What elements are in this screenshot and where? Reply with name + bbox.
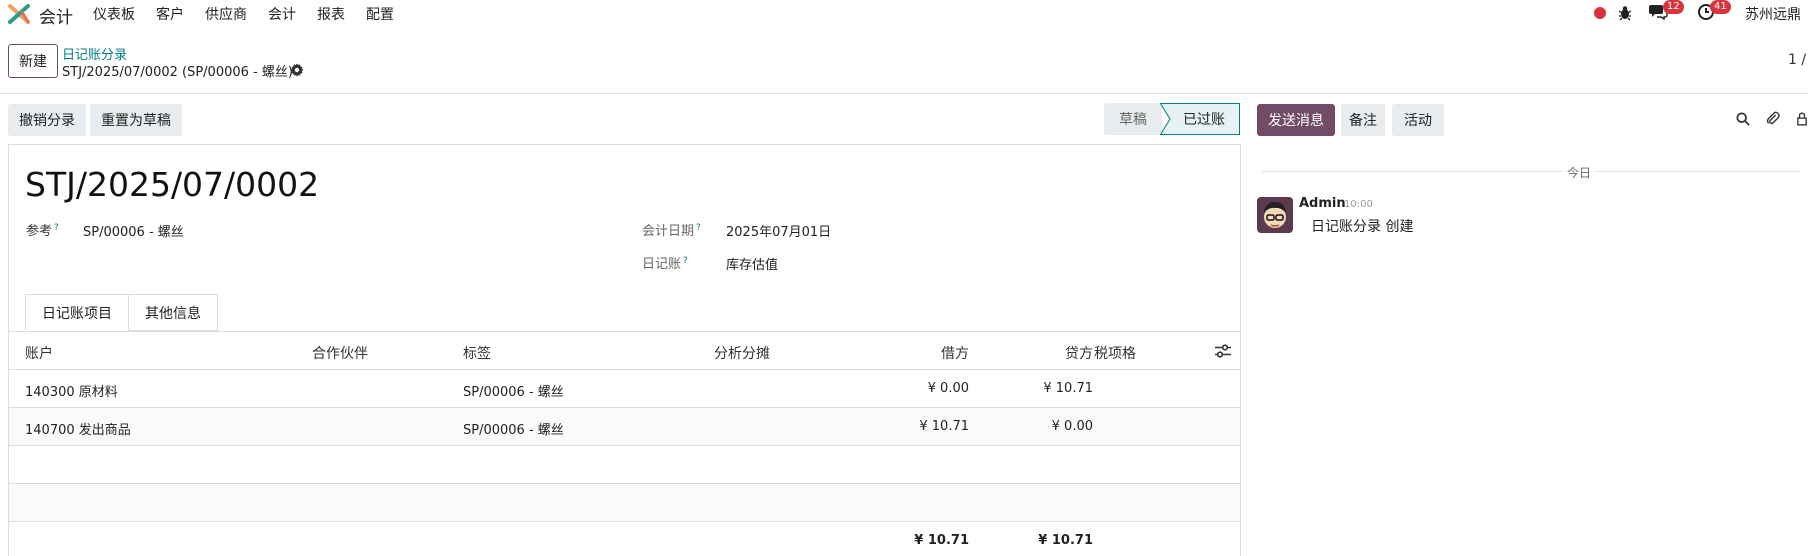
lock-icon[interactable] — [1797, 112, 1807, 126]
tab-other-info[interactable]: 其他信息 — [129, 294, 218, 331]
cell-account: 140300 原材料 — [25, 385, 118, 400]
col-credit[interactable]: 贷方 — [1037, 343, 1093, 363]
total-credit: ¥ 10.71 — [1038, 533, 1093, 548]
cell-debit: ¥ 0.00 — [927, 381, 969, 396]
chatter-date-separator — [1262, 171, 1800, 172]
bug-icon[interactable] — [1618, 5, 1632, 21]
journal-label: 日记账? — [642, 253, 688, 272]
main-menu: 仪表板 客户 供应商 会计 报表 配置 — [93, 4, 415, 24]
cell-credit: ¥ 10.71 — [1043, 381, 1093, 396]
ref-value[interactable]: SP/00006 - 螺丝 — [83, 221, 184, 240]
pager[interactable]: 1 / — [1788, 52, 1806, 68]
col-analytic[interactable]: 分析分摊 — [714, 343, 770, 363]
record-title: STJ/2025/07/0002 — [25, 165, 320, 204]
column-settings-icon[interactable] — [1215, 344, 1231, 358]
ref-label-text: 参考 — [26, 224, 53, 239]
log-note-button[interactable]: 备注 — [1341, 104, 1385, 136]
help-icon[interactable]: ? — [683, 256, 688, 266]
cell-credit: ¥ 0.00 — [1051, 419, 1093, 434]
messages-badge: 12 — [1663, 0, 1684, 14]
paperclip-icon[interactable] — [1766, 111, 1780, 126]
status-posted[interactable]: 已过账 — [1160, 103, 1240, 135]
ref-label: 参考? — [26, 220, 59, 239]
activity-button[interactable]: 活动 — [1392, 104, 1444, 136]
send-message-button[interactable]: 发送消息 — [1257, 104, 1335, 136]
status-draft[interactable]: 草稿 — [1104, 103, 1162, 135]
cancel-entry-button[interactable]: 撤销分录 — [8, 104, 86, 136]
reset-to-draft-button[interactable]: 重置为草稿 — [90, 104, 182, 136]
col-account[interactable]: 账户 — [25, 343, 53, 363]
form-sheet: STJ/2025/07/0002 参考? SP/00006 - 螺丝 会计日期?… — [8, 144, 1241, 556]
menu-customers[interactable]: 客户 — [156, 4, 184, 24]
activities-badge: 41 — [1710, 0, 1731, 14]
col-partner[interactable]: 合作伙伴 — [312, 343, 368, 363]
avatar[interactable] — [1257, 197, 1293, 233]
menu-reporting[interactable]: 报表 — [317, 4, 345, 24]
help-icon[interactable]: ? — [54, 223, 59, 233]
search-icon[interactable] — [1736, 112, 1750, 126]
table-row-empty[interactable] — [9, 484, 1240, 522]
date-label-text: 会计日期 — [642, 224, 695, 239]
col-debit[interactable]: 借方 — [929, 343, 969, 363]
table-row-empty[interactable] — [9, 446, 1240, 484]
menu-configuration[interactable]: 配置 — [366, 4, 394, 24]
new-button[interactable]: 新建 — [8, 44, 58, 78]
help-icon[interactable]: ? — [696, 223, 701, 233]
notebook-tabs: 日记账项目 其他信息 — [25, 294, 218, 331]
app-name[interactable]: 会计 — [39, 3, 73, 28]
table-row[interactable]: 140700 发出商品 SP/00006 - 螺丝 ¥ 10.71 ¥ 0.00 — [9, 408, 1240, 446]
breadcrumb-current: STJ/2025/07/0002 (SP/00006 - 螺丝) — [62, 65, 293, 80]
chatter-date-label: 今日 — [1563, 164, 1596, 181]
cell-label: SP/00006 - 螺丝 — [463, 385, 564, 400]
top-navbar: 会计 仪表板 客户 供应商 会计 报表 配置 12 41 苏州远鼎 — [0, 0, 1808, 28]
journal-value[interactable]: 库存估值 — [726, 254, 778, 273]
cell-account: 140700 发出商品 — [25, 423, 131, 438]
col-tax-grid[interactable]: 税项格 — [1094, 343, 1136, 363]
app-logo-icon[interactable] — [8, 4, 30, 24]
gear-icon[interactable] — [290, 63, 304, 77]
message-author[interactable]: Admin — [1299, 196, 1346, 211]
table-footer: ¥ 10.71 ¥ 10.71 — [9, 522, 1240, 556]
date-label: 会计日期? — [642, 220, 701, 239]
table-header: 账户 合作伙伴 标签 分析分摊 借方 贷方 税项格 — [9, 332, 1240, 370]
cell-label: SP/00006 - 螺丝 — [463, 423, 564, 438]
status-posted-label: 已过账 — [1183, 112, 1225, 128]
date-value[interactable]: 2025年07月01日 — [726, 221, 831, 240]
record-dot-icon[interactable] — [1594, 7, 1606, 19]
message-body: 日记账分录 创建 — [1311, 219, 1414, 235]
col-label[interactable]: 标签 — [463, 343, 491, 363]
total-debit: ¥ 10.71 — [914, 533, 969, 548]
journal-label-text: 日记账 — [642, 257, 682, 272]
menu-vendors[interactable]: 供应商 — [205, 4, 247, 24]
menu-dashboard[interactable]: 仪表板 — [93, 4, 135, 24]
menu-accounting[interactable]: 会计 — [268, 4, 296, 24]
cell-debit: ¥ 10.71 — [919, 419, 969, 434]
table-row[interactable]: 140300 原材料 SP/00006 - 螺丝 ¥ 0.00 ¥ 10.71 — [9, 370, 1240, 408]
control-divider — [0, 93, 1808, 94]
tab-journal-items[interactable]: 日记账项目 — [25, 294, 129, 331]
message-time: 10:00 — [1344, 199, 1373, 210]
company-switcher[interactable]: 苏州远鼎 — [1745, 4, 1801, 24]
